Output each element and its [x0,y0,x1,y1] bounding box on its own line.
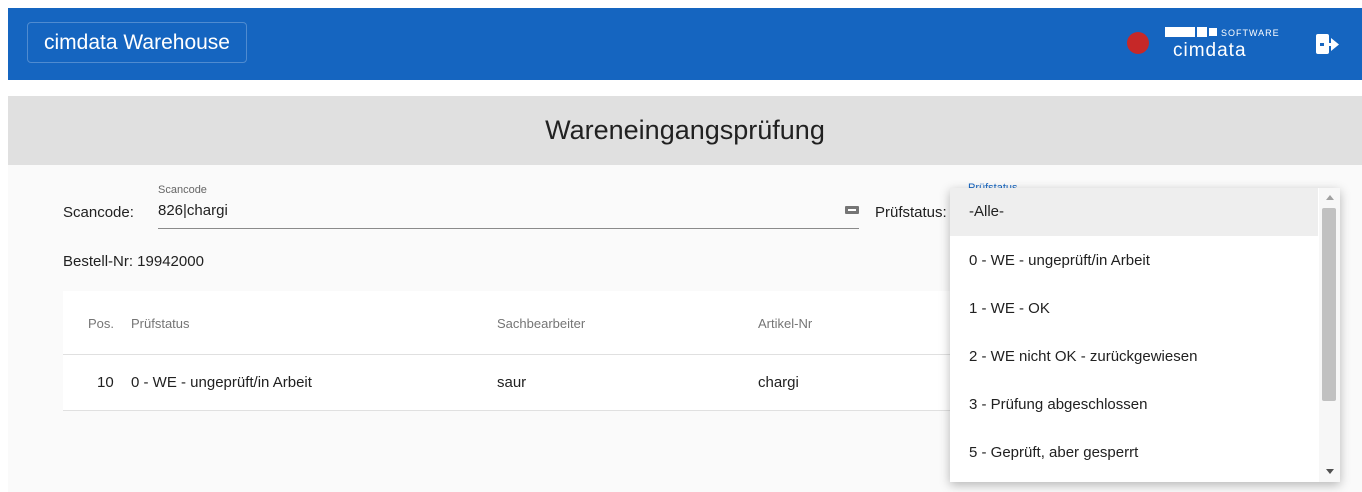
column-header-sachbearbeiter[interactable]: Sachbearbeiter [497,316,585,331]
page-title: Wareneingangsprüfung [8,96,1362,165]
order-number: Bestell-Nr: 19942000 [63,253,204,270]
cimdata-logo: SOFTWARE cimdata [1165,27,1280,61]
cell-sachbearbeiter: saur [497,374,527,391]
scancode-floating-label: Scancode [158,184,207,196]
scancode-label: Scancode: [63,204,134,221]
column-header-pruefstatus[interactable]: Prüfstatus [131,316,190,331]
cell-pruefstatus: 0 - WE - ungeprüft/in Arbeit [131,374,312,391]
connection-status-indicator [1127,32,1149,54]
keyboard-icon[interactable] [845,206,859,216]
table-row[interactable]: 10 0 - WE - ungeprüft/in Arbeit saur cha… [63,355,953,411]
cell-artikel-nr: chargi [758,374,799,391]
dropdown-option-3[interactable]: 3 - Prüfung abgeschlossen [950,381,1318,429]
column-header-artikel-nr[interactable]: Artikel-Nr [758,316,812,331]
dropdown-option-5[interactable]: 5 - Geprüft, aber gesperrt [950,429,1318,477]
pruefstatus-label: Prüfstatus: [875,204,947,221]
dropdown-option-2[interactable]: 2 - WE nicht OK - zurückgewiesen [950,333,1318,381]
cell-pos: 10 [97,374,114,391]
scrollbar-thumb[interactable] [1322,208,1336,401]
dropdown-option-alle[interactable]: -Alle- [950,188,1318,236]
logo-text: cimdata [1173,40,1247,61]
positions-table: Pos. Prüfstatus Sachbearbeiter Artikel-N… [63,291,953,411]
scancode-value[interactable]: 826|chargi [158,202,228,219]
logout-icon[interactable] [1314,31,1340,57]
dropdown-option-0[interactable]: 0 - WE - ungeprüft/in Arbeit [950,237,1318,285]
app-title-button[interactable]: cimdata Warehouse [27,22,247,63]
scancode-input[interactable]: Scancode 826|chargi [158,180,859,229]
column-header-pos[interactable]: Pos. [88,316,114,331]
dropdown-option-1[interactable]: 1 - WE - OK [950,285,1318,333]
scroll-down-arrow-icon[interactable] [1326,469,1334,474]
pruefstatus-dropdown-menu[interactable]: -Alle- 0 - WE - ungeprüft/in Arbeit 1 - … [950,188,1340,482]
logo-tagline: SOFTWARE [1221,28,1280,38]
top-app-bar: cimdata Warehouse SOFTWARE cimdata [8,8,1362,80]
scroll-up-arrow-icon[interactable] [1326,195,1334,200]
table-header-row: Pos. Prüfstatus Sachbearbeiter Artikel-N… [63,291,953,355]
dropdown-scrollbar[interactable] [1319,188,1340,482]
